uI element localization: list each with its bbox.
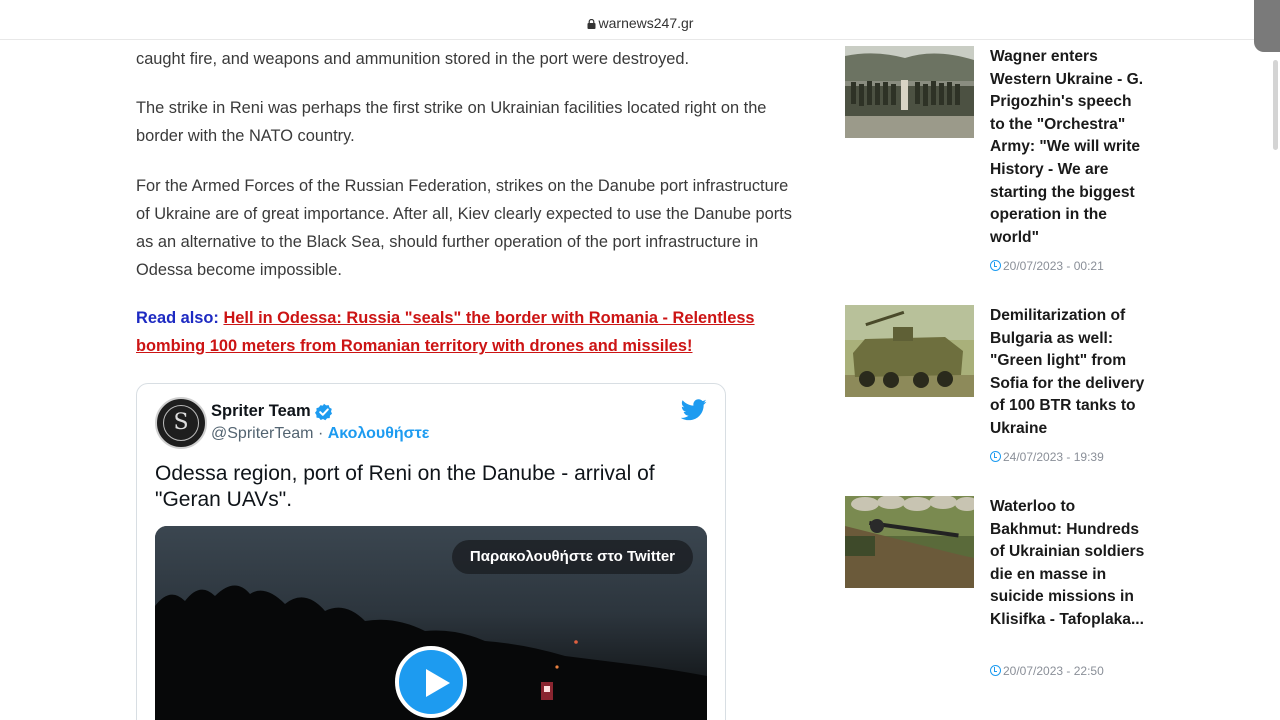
article-thumbnail[interactable]	[845, 496, 974, 588]
embedded-tweet[interactable]: S Spriter Team @SpriterTeam · Ακολουθήστ…	[136, 383, 726, 720]
tweet-handle-line: @SpriterTeam · Ακολουθήστε	[211, 425, 429, 443]
overlay-corner-button[interactable]	[1254, 0, 1280, 52]
article-thumbnail[interactable]	[845, 305, 974, 397]
tweet-handle[interactable]: @SpriterTeam	[211, 425, 314, 442]
sidebar-article-title[interactable]: Wagner enters Western Ukraine - G. Prigo…	[990, 46, 1150, 249]
clock-icon	[990, 665, 1001, 676]
url-display[interactable]: warnews247.gr	[0, 15, 1280, 31]
date-text: 20/07/2023 - 22:50	[1003, 664, 1104, 678]
sidebar-article-title[interactable]: Demilitarization of Bulgaria as well: "G…	[990, 305, 1150, 441]
url-text: warnews247.gr	[598, 15, 694, 31]
lock-icon	[587, 19, 596, 29]
tweet-text: Odessa region, port of Reni on the Danub…	[155, 462, 655, 511]
verified-badge-icon	[315, 403, 332, 421]
twitter-bird-icon[interactable]	[681, 399, 707, 421]
page-scrollbar[interactable]	[1273, 60, 1278, 150]
sidebar-article-title[interactable]: Waterloo to Bakhmut: Hundreds of Ukraini…	[990, 496, 1150, 632]
read-also: Read also: Hell in Odessa: Russia "seals…	[136, 304, 800, 360]
follow-button[interactable]: Ακολουθήστε	[328, 425, 430, 442]
avatar-letter: S	[163, 405, 199, 441]
article-thumbnail[interactable]	[845, 46, 974, 138]
clock-icon	[990, 451, 1001, 462]
avatar[interactable]: S	[155, 397, 207, 449]
tweet-author-name[interactable]: Spriter Team	[211, 402, 311, 421]
watch-on-twitter-button[interactable]: Παρακολουθήστε στο Twitter	[451, 540, 693, 574]
play-icon	[426, 669, 450, 697]
article-paragraph: The strike in Reni was perhaps the first…	[136, 99, 767, 145]
read-also-link[interactable]: Hell in Odessa: Russia "seals" the borde…	[136, 309, 755, 355]
play-button[interactable]	[395, 646, 467, 718]
date-text: 24/07/2023 - 19:39	[1003, 450, 1104, 464]
article-paragraph: For the Armed Forces of the Russian Fede…	[136, 177, 792, 279]
sidebar-article-date: 20/07/2023 - 22:50	[990, 664, 1104, 678]
clock-icon	[990, 260, 1001, 271]
browser-url-bar[interactable]: warnews247.gr	[0, 0, 1280, 40]
sidebar-article-date: 20/07/2023 - 00:21	[990, 259, 1104, 273]
sidebar-article-date: 24/07/2023 - 19:39	[990, 450, 1104, 464]
handle-separator: ·	[317, 425, 324, 442]
read-also-label: Read also:	[136, 309, 219, 327]
tweet-video[interactable]: Παρακολουθήστε στο Twitter	[155, 526, 707, 720]
date-text: 20/07/2023 - 00:21	[1003, 259, 1104, 273]
article-paragraph: caught fire, and weapons and ammunition …	[136, 50, 690, 68]
